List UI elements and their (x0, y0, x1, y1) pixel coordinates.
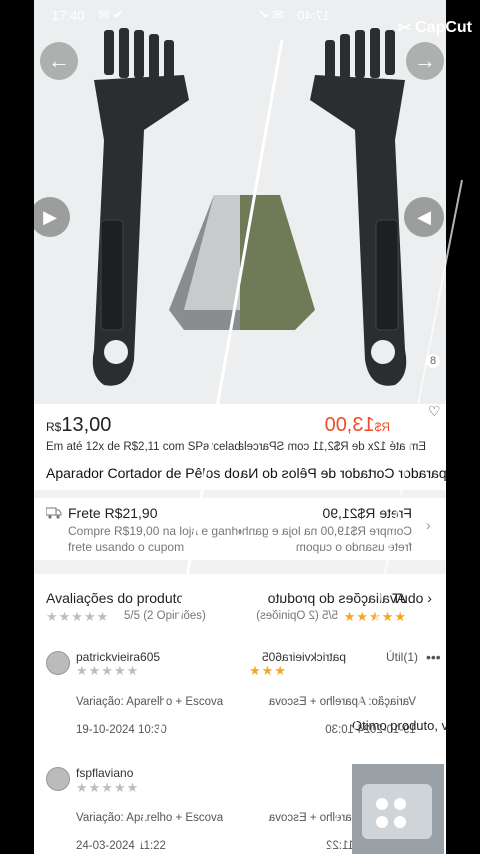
capcut-logo-icon: ✂ (397, 20, 412, 37)
capcut-watermark: ✂ CapCut (397, 19, 472, 37)
status-time: 17:40 (52, 7, 85, 23)
transition-split-line (136, 39, 463, 854)
status-bar: 17:40 ✉ ✔ (34, 0, 274, 30)
status-icons: ✉ ✔ (98, 7, 124, 22)
